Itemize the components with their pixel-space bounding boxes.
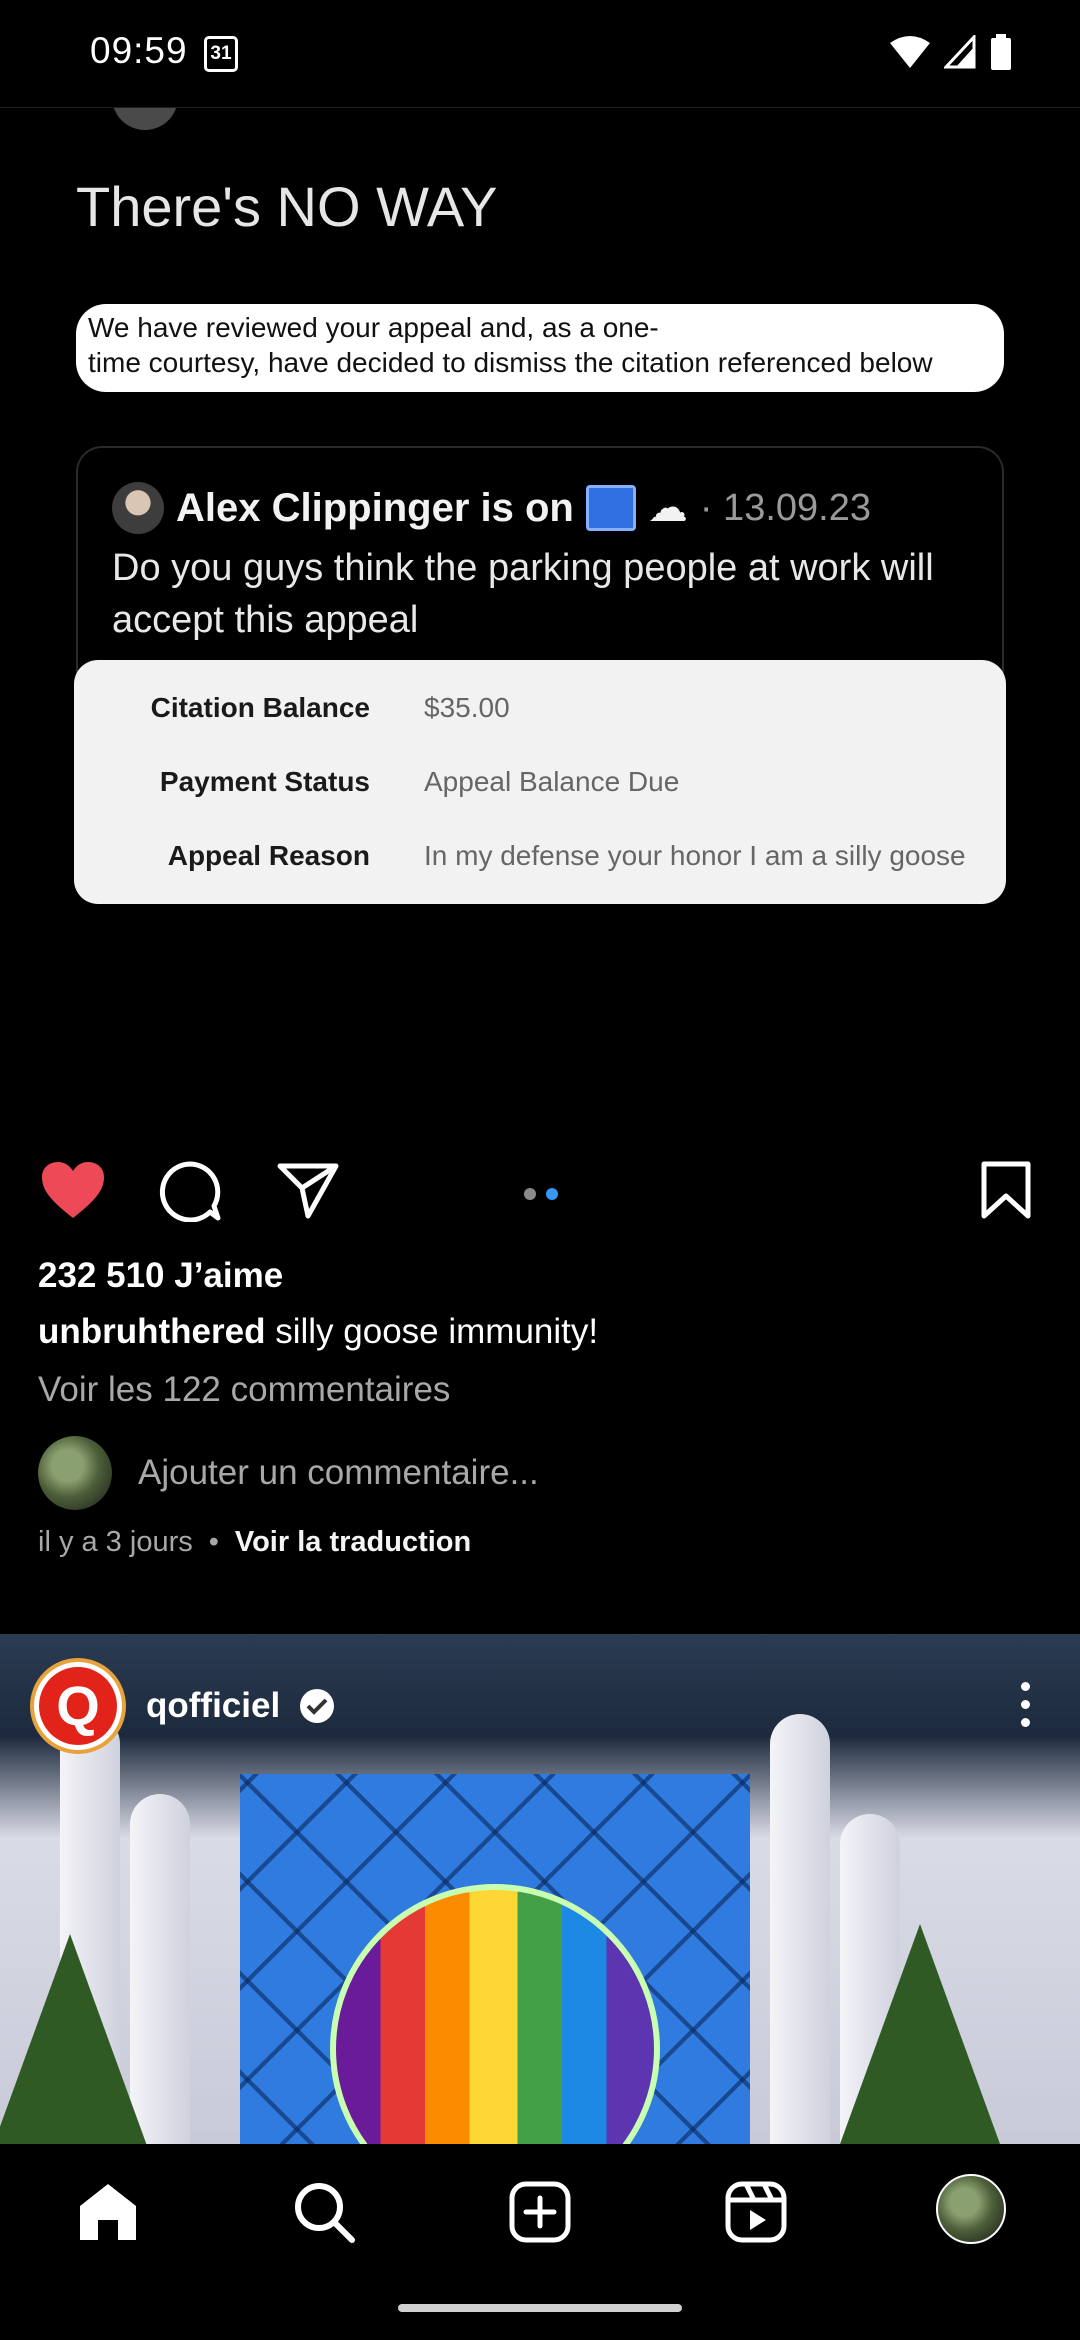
home-indicator[interactable] <box>398 2304 682 2312</box>
tweet-author-avatar <box>112 482 164 534</box>
translate-link[interactable]: Voir la traduction <box>235 1526 471 1559</box>
like-heart-icon[interactable] <box>40 1160 106 1220</box>
qofficiel-avatar[interactable]: Q <box>30 1658 126 1754</box>
citation-row: Payment Status Appeal Balance Due <box>74 766 1006 798</box>
cloud-emoji: ☁ <box>647 486 688 530</box>
appeal-notice: We have reviewed your appeal and, as a o… <box>76 304 1004 392</box>
notice-line-2: time courtesy, have decided to dismiss t… <box>88 347 933 378</box>
citation-value: $35.00 <box>424 692 510 723</box>
citation-row: Citation Balance $35.00 <box>74 692 1006 724</box>
citation-value: In my defense your honor I am a silly go… <box>424 840 966 871</box>
citation-row: Appeal Reason In my defense your honor I… <box>74 840 1006 872</box>
search-icon[interactable] <box>292 2180 356 2244</box>
next-post[interactable]: Q qofficiel <box>0 1634 1080 2144</box>
carousel-dot <box>524 1188 536 1200</box>
next-post-username[interactable]: qofficiel <box>146 1686 280 1726</box>
add-comment-row[interactable]: Ajouter un commentaire... <box>38 1436 539 1510</box>
signal-icon <box>944 35 976 69</box>
verified-badge-icon <box>300 1689 335 1723</box>
wifi-icon <box>890 36 930 68</box>
create-post-icon[interactable] <box>508 2180 572 2244</box>
calendar-icon: 31 <box>204 36 238 72</box>
tweet-header: Alex Clippinger is on ☁ · 13.09.23 <box>112 482 968 534</box>
post-actions <box>0 1160 1080 1230</box>
tweet-date: · 13.09.23 <box>699 486 871 529</box>
my-avatar <box>38 1436 112 1510</box>
post-headline: There's NO WAY <box>76 175 498 238</box>
next-post-header[interactable]: Q qofficiel <box>30 1658 335 1754</box>
post-time: il y a 3 jours <box>38 1526 193 1558</box>
comment-icon[interactable] <box>158 1160 222 1222</box>
citation-label: Appeal Reason <box>167 840 370 871</box>
bookmark-icon[interactable] <box>980 1160 1032 1220</box>
tweet-text: Do you guys think the parking people at … <box>112 547 934 641</box>
status-bar: 09:59 31 <box>0 0 1080 108</box>
likes-count[interactable]: 232 510 J’aime <box>38 1256 283 1296</box>
meta-separator: • <box>208 1526 219 1558</box>
blue-square-emoji <box>585 485 636 531</box>
embedded-tweet: Alex Clippinger is on ☁ · 13.09.23 Do yo… <box>76 446 1004 686</box>
caption-username[interactable]: unbruhthered <box>38 1312 265 1351</box>
carousel-dot-active <box>546 1188 558 1200</box>
tweet-author-name: Alex Clippinger is on <box>176 485 574 530</box>
reels-icon[interactable] <box>724 2180 788 2244</box>
more-options-icon[interactable] <box>1021 1682 1030 1727</box>
view-comments-link[interactable]: Voir les 122 commentaires <box>38 1370 450 1410</box>
profile-avatar[interactable] <box>936 2174 1006 2244</box>
christmas-tree <box>840 1924 1000 2144</box>
comment-input-placeholder[interactable]: Ajouter un commentaire... <box>138 1453 539 1493</box>
citation-card: Citation Balance $35.00 Payment Status A… <box>74 660 1006 904</box>
christmas-tree <box>0 1934 150 2144</box>
stage-column <box>770 1714 830 2144</box>
citation-label: Payment Status <box>159 766 370 797</box>
citation-label: Citation Balance <box>150 692 370 723</box>
q-logo-letter: Q <box>39 1667 117 1745</box>
share-send-icon[interactable] <box>276 1160 340 1220</box>
caption-text: silly goose immunity! <box>275 1312 599 1351</box>
status-time: 09:59 <box>90 30 188 71</box>
carousel-indicator <box>524 1188 558 1200</box>
notice-line-1: We have reviewed your appeal and, as a o… <box>88 312 659 343</box>
tweet-avatar-peek <box>112 108 178 130</box>
home-icon[interactable] <box>76 2180 140 2242</box>
citation-value: Appeal Balance Due <box>424 766 680 797</box>
post-media[interactable]: There's NO WAY We have reviewed your app… <box>0 108 1080 1148</box>
status-icons <box>890 34 1012 70</box>
battery-icon <box>991 34 1011 70</box>
post-caption: unbruhthered silly goose immunity! <box>38 1312 598 1352</box>
post-meta: il y a 3 jours • Voir la traduction <box>38 1526 471 1559</box>
